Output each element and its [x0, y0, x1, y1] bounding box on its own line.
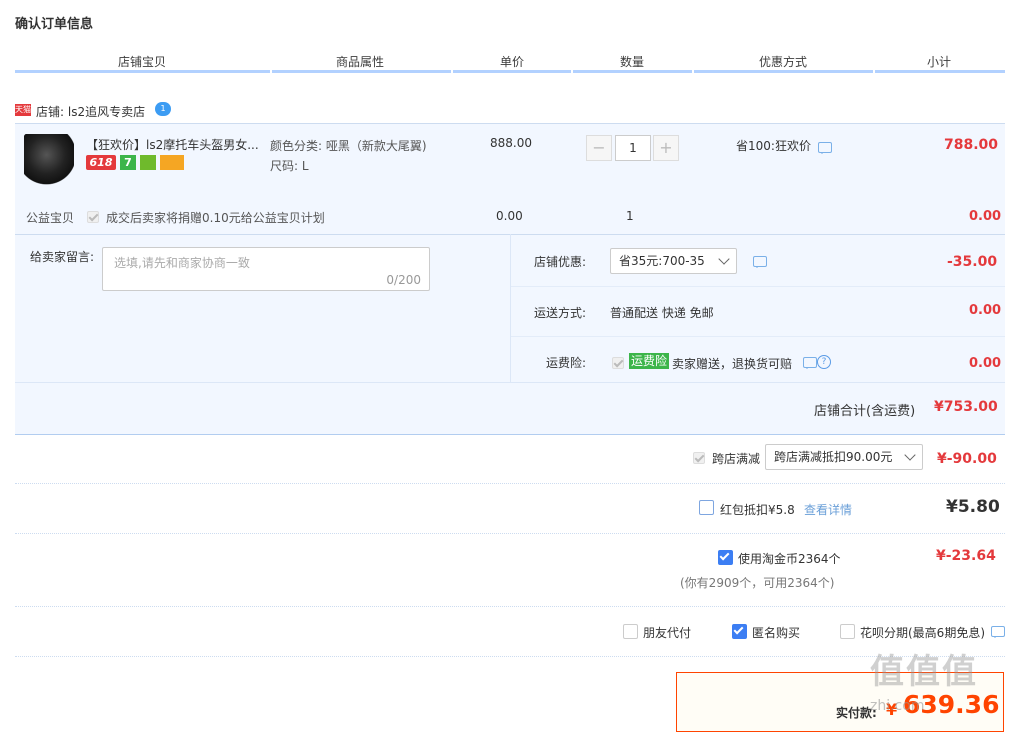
shop-discount-amount: -35.00 [947, 254, 998, 270]
qty-input[interactable]: 1 [615, 135, 651, 161]
friend-pay-checkbox[interactable] [623, 624, 638, 639]
insurance-tag: 运费险 [629, 353, 670, 369]
shipping-value: 普通配送 快递 免邮 [610, 306, 714, 320]
discount-chat-icon[interactable] [818, 142, 832, 154]
tmall-badge: 天猫 [15, 104, 31, 116]
cross-store-value: 跨店满减抵扣90.00元 [774, 450, 893, 464]
shop-discount-value: 省35元:700-35 [619, 254, 705, 268]
qty-plus-button[interactable]: + [653, 135, 679, 161]
attr-size: 尺码: L [270, 159, 309, 173]
message-placeholder: 选填,请先和商家协商一致 [114, 256, 250, 270]
shop-discount-chat-icon[interactable] [753, 256, 767, 268]
friend-pay-label[interactable]: 朋友代付 [643, 624, 691, 641]
attr-color: 颜色分类: 哑黑（新款大尾翼) [270, 139, 427, 153]
chevron-down-icon [904, 449, 916, 461]
red-packet-checkbox[interactable] [699, 500, 714, 515]
col-header-attr: 商品属性 [336, 55, 385, 69]
col-header-item: 店铺宝贝 [118, 55, 167, 69]
watermark-url: zhi.com [870, 698, 925, 714]
col-header-qty: 数量 [620, 55, 645, 69]
item-subtotal: 788.00 [944, 137, 999, 153]
charity-subtotal: 0.00 [969, 209, 1002, 224]
badge-7day: 7 [120, 155, 136, 170]
col-header-price: 单价 [500, 55, 525, 69]
product-title[interactable]: 【狂欢价】ls2摩托车头盔男女... [86, 136, 259, 153]
col-header-discount: 优惠方式 [759, 55, 808, 69]
shop-total-label: 店铺合计(含运费) [814, 404, 916, 419]
huabei-label[interactable]: 花呗分期(最高6期免息) [860, 624, 985, 641]
huabei-chat-icon[interactable] [991, 626, 1005, 638]
badge-card-icon [160, 155, 184, 170]
charity-price: 0.00 [496, 209, 523, 223]
charity-qty: 1 [626, 209, 634, 223]
anonymous-checkbox[interactable] [732, 624, 747, 639]
page-title: 确认订单信息 [15, 17, 94, 32]
insurance-amount: 0.00 [969, 356, 1002, 371]
product-image[interactable] [24, 134, 74, 186]
red-packet-label: 红包抵扣¥5.8 [720, 503, 795, 517]
options-divider [510, 234, 511, 382]
badge-shield-icon [140, 155, 156, 170]
coins-checkbox[interactable] [718, 550, 733, 565]
col-header-subtotal: 小计 [927, 55, 952, 69]
cross-store-checkbox [693, 452, 705, 464]
charity-label: 公益宝贝 [26, 211, 75, 225]
huabei-checkbox[interactable] [840, 624, 855, 639]
unit-price: 888.00 [490, 136, 532, 150]
insurance-chat-icon[interactable] [803, 357, 817, 369]
shipping-amount: 0.00 [969, 303, 1002, 318]
coins-amount: ¥-23.64 [936, 548, 996, 564]
coins-label: 使用淘金币2364个 [738, 552, 841, 566]
shipping-label: 运送方式: [534, 306, 587, 320]
watermark-logo: 值值值 [870, 652, 978, 692]
message-textarea[interactable]: 选填,请先和商家协商一致 0/200 [102, 247, 430, 291]
charity-checkbox [87, 211, 99, 223]
message-counter: 0/200 [386, 273, 421, 287]
column-header-row: 店铺宝贝 商品属性 单价 数量 优惠方式 小计 [15, 51, 1005, 71]
chevron-down-icon [718, 253, 730, 265]
red-packet-amount: ¥5.80 [946, 497, 1000, 517]
insurance-checkbox [612, 357, 624, 369]
cross-store-label: 跨店满减 [712, 452, 761, 466]
red-packet-details-link[interactable]: 查看详情 [804, 501, 852, 518]
anonymous-label[interactable]: 匿名购买 [752, 624, 800, 641]
shop-total-amount: ¥753.00 [934, 399, 998, 415]
badge-618: 618 [86, 155, 116, 170]
item-discount: 省100:狂欢价 [736, 139, 811, 153]
header-underline [15, 70, 1005, 73]
help-icon[interactable]: ? [817, 355, 831, 369]
shop-discount-label: 店铺优惠: [534, 255, 587, 269]
cross-store-select[interactable]: 跨店满减抵扣90.00元 [765, 444, 923, 470]
coins-sub: (你有2909个，可用2364个) [680, 576, 835, 590]
insurance-label: 运费险: [546, 356, 587, 370]
charity-text: 成交后卖家将捐赠0.10元给公益宝贝计划 [106, 211, 325, 225]
shop-discount-select[interactable]: 省35元:700-35 [610, 248, 737, 274]
qty-minus-button[interactable]: − [586, 135, 612, 161]
shop-name[interactable]: 店铺: ls2追风专卖店 [36, 103, 145, 120]
message-label: 给卖家留言: [30, 250, 95, 264]
insurance-text: 卖家赠送，退换货可赔 [672, 357, 793, 371]
shop-chat-icon[interactable]: 1 [155, 102, 171, 116]
cross-store-amount: ¥-90.00 [937, 451, 997, 467]
